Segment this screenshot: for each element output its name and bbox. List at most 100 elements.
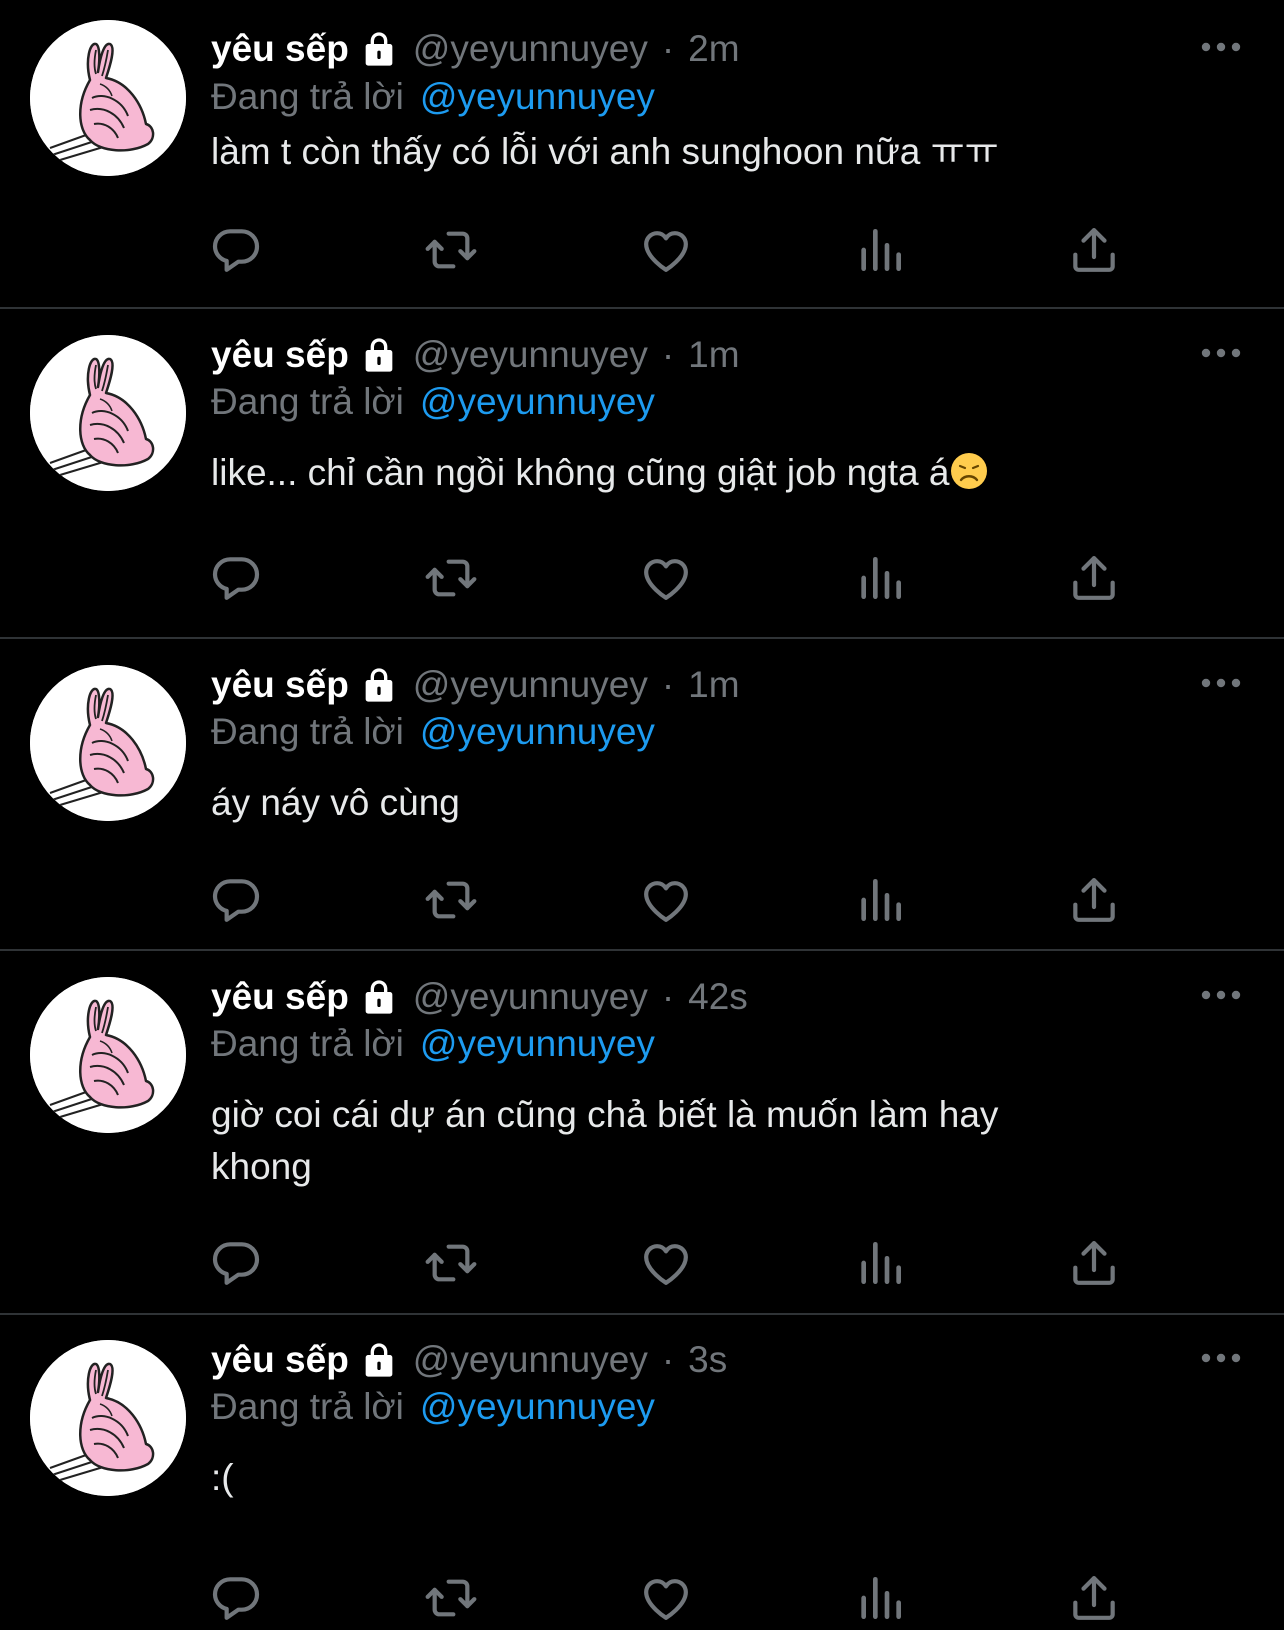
share-icon[interactable] [1066,550,1122,606]
more-options-icon[interactable] [1200,1351,1242,1365]
display-name[interactable]: yêu sếp [211,334,349,376]
tweet-text: làm t còn thấy có lỗi với anh sunghoon n… [211,126,1171,178]
tweet-2[interactable]: yêu sếp @yeyunnuyey · 1m Đang trả lời @yeyunn… [0,309,1284,637]
separator-dot: · [661,28,675,69]
lock-icon [365,980,393,1014]
more-options-icon[interactable] [1200,676,1242,690]
avatar[interactable] [30,20,186,176]
reply-icon[interactable] [208,1235,264,1291]
replying-to-line: Đang trả lời @yeyunnuyey [211,708,655,756]
pink-bunny-avatar-image [30,665,186,821]
tweet-text: :( [211,1452,1171,1504]
views-icon[interactable] [852,1235,908,1291]
retweet-icon[interactable] [423,1235,479,1291]
user-handle[interactable]: @yeyunnuyey [413,976,648,1018]
tweet-text-content: :( [211,1457,234,1498]
timestamp[interactable]: 2m [688,28,739,70]
replying-to-line: Đang trả lời @yeyunnuyey [211,1383,655,1431]
replying-to-link[interactable]: @yeyunnuyey [420,76,655,118]
timestamp[interactable]: 42s [688,976,748,1018]
separator-dot: · [661,1339,675,1380]
like-heart-icon[interactable] [638,1235,694,1291]
display-name[interactable]: yêu sếp [211,28,349,70]
user-handle[interactable]: @yeyunnuyey [413,28,648,70]
reply-icon[interactable] [208,872,264,928]
tweet-text-content: like... chỉ cần ngồi không cũng giật job… [211,452,950,493]
tweet-actions [0,1235,1284,1295]
tweet-header: yêu sếp @yeyunnuyey · 42s [211,972,748,1022]
like-heart-icon[interactable] [638,222,694,278]
avatar[interactable] [30,335,186,491]
more-options-icon[interactable] [1200,346,1242,360]
reply-icon[interactable] [208,550,264,606]
tweet-4[interactable]: yêu sếp @yeyunnuyey · 42s Đang trả lời @yeyun… [0,951,1284,1313]
replying-to-label: Đang trả lời [211,711,404,752]
tweet-text: like... chỉ cần ngồi không cũng giật job… [211,447,1171,499]
lock-icon [365,668,393,702]
avatar[interactable] [30,1340,186,1496]
replying-to-line: Đang trả lời @yeyunnuyey [211,1020,655,1068]
retweet-icon[interactable] [423,872,479,928]
more-options-icon[interactable] [1200,40,1242,54]
tweet-actions [0,550,1284,610]
replying-to-line: Đang trả lời @yeyunnuyey [211,73,655,121]
views-icon[interactable] [852,550,908,606]
replying-to-link[interactable]: @yeyunnuyey [420,381,655,423]
share-icon[interactable] [1066,1235,1122,1291]
replying-to-label: Đang trả lời [211,76,404,117]
lock-icon [365,32,393,66]
replying-to-link[interactable]: @yeyunnuyey [420,1386,655,1428]
tweet-text-content: áy náy vô cùng [211,782,460,823]
tweet-actions [0,1570,1284,1630]
retweet-icon[interactable] [423,550,479,606]
avatar[interactable] [30,977,186,1133]
timestamp[interactable]: 1m [688,334,739,376]
display-name[interactable]: yêu sếp [211,976,349,1018]
replying-to-link[interactable]: @yeyunnuyey [420,1023,655,1065]
tweet-header: yêu sếp @yeyunnuyey · 3s [211,1335,727,1385]
replying-to-label: Đang trả lời [211,1386,404,1427]
tweet-header: yêu sếp @yeyunnuyey · 1m [211,660,740,710]
tweet-3[interactable]: yêu sếp @yeyunnuyey · 1m Đang trả lời @yeyunn… [0,639,1284,949]
more-options-icon[interactable] [1200,988,1242,1002]
timestamp[interactable]: 3s [688,1339,727,1381]
tweet-text-content: làm t còn thấy có lỗi với anh sunghoon n… [211,131,999,172]
tweet-text-content: giờ coi cái dự án cũng chả biết là muốn … [211,1094,999,1187]
tweet-actions [0,872,1284,932]
pink-bunny-avatar-image [30,335,186,491]
separator-dot: · [661,976,675,1017]
tweet-header: yêu sếp @yeyunnuyey · 2m [211,24,740,74]
retweet-icon[interactable] [423,222,479,278]
tweet-5[interactable]: yêu sếp @yeyunnuyey · 3s Đang trả lời @yeyunn… [0,1314,1284,1620]
display-name[interactable]: yêu sếp [211,664,349,706]
pink-bunny-avatar-image [30,1340,186,1496]
tweet-header: yêu sếp @yeyunnuyey · 1m [211,330,740,380]
pink-bunny-avatar-image [30,20,186,176]
tweet-actions [0,222,1284,282]
reply-thread-feed: yêu sếp @yeyunnuyey · 2m Đang trả lời @yeyunn… [0,0,1284,1620]
share-icon[interactable] [1066,872,1122,928]
replying-to-link[interactable]: @yeyunnuyey [420,711,655,753]
user-handle[interactable]: @yeyunnuyey [413,1339,648,1381]
disappointed-face-emoji [951,453,988,489]
user-handle[interactable]: @yeyunnuyey [413,664,648,706]
tweet-1[interactable]: yêu sếp @yeyunnuyey · 2m Đang trả lời @yeyunn… [0,0,1284,307]
like-heart-icon[interactable] [638,550,694,606]
share-icon[interactable] [1066,222,1122,278]
replying-to-line: Đang trả lời @yeyunnuyey [211,378,655,426]
views-icon[interactable] [852,872,908,928]
timestamp[interactable]: 1m [688,664,739,706]
views-icon[interactable] [852,222,908,278]
lock-icon [365,338,393,372]
separator-dot: · [661,664,675,705]
pink-bunny-avatar-image [30,977,186,1133]
separator-dot: · [661,334,675,375]
like-heart-icon[interactable] [638,872,694,928]
replying-to-label: Đang trả lời [211,381,404,422]
reply-icon[interactable] [208,222,264,278]
tweet-text: giờ coi cái dự án cũng chả biết là muốn … [211,1089,1171,1193]
user-handle[interactable]: @yeyunnuyey [413,334,648,376]
tweet-text: áy náy vô cùng [211,777,1171,829]
display-name[interactable]: yêu sếp [211,1339,349,1381]
avatar[interactable] [30,665,186,821]
